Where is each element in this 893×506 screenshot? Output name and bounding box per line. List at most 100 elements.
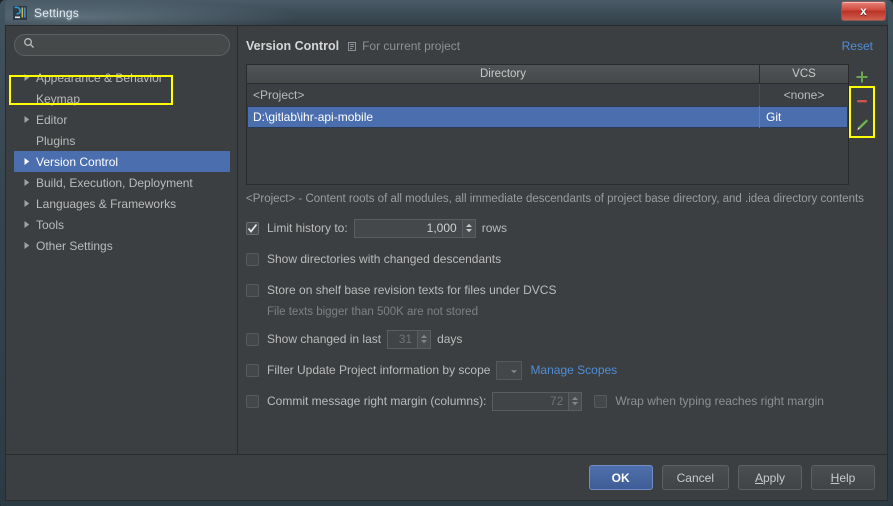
intellij-idea-icon [12, 5, 28, 21]
cell-vcs[interactable]: Git [760, 106, 848, 128]
apply-mnemonic: A [754, 470, 763, 485]
sidebar-item-label: Version Control [36, 154, 119, 169]
directory-table: Directory VCS <Project> <none> D:\gitlab\i… [246, 64, 849, 185]
commit-margin-label: Commit message right margin (columns): [267, 394, 487, 408]
remove-directory-button[interactable] [850, 89, 874, 113]
show-changed-checkbox[interactable] [246, 332, 259, 346]
commit-margin-checkbox[interactable] [246, 394, 259, 408]
chevron-right-icon [23, 178, 36, 187]
close-icon: x [860, 4, 867, 18]
sidebar-item-languages-frameworks[interactable]: Languages & Frameworks [14, 193, 230, 214]
settings-dialog: Appearance & Behavior Keymap Editor Plugins… [5, 25, 888, 501]
limit-history-value[interactable]: 1,000 [353, 218, 462, 238]
settings-sidebar: Appearance & Behavior Keymap Editor Plugins… [6, 26, 238, 454]
ok-button[interactable]: OK [588, 465, 653, 490]
table-row[interactable]: <Project> <none> [247, 84, 848, 106]
close-button[interactable]: x [841, 1, 886, 21]
search-icon [23, 36, 35, 54]
page-title: Version Control [246, 39, 340, 53]
apply-label-rest: pply [763, 470, 786, 485]
option-filter-by-scope: Filter Update Project information by sco… [246, 360, 875, 380]
chevron-right-icon [23, 115, 36, 124]
sidebar-item-label: Build, Execution, Deployment [36, 175, 193, 190]
limit-history-spinner[interactable]: 1,000 [353, 218, 476, 238]
sidebar-item-label: Keymap [36, 91, 81, 106]
search-box[interactable] [14, 34, 230, 56]
scope-dropdown[interactable] [496, 360, 523, 380]
show-directories-checkbox[interactable] [246, 252, 259, 266]
chevron-right-icon [23, 241, 36, 250]
panel-header: Version Control For current project Rese… [246, 36, 875, 56]
commit-margin-spinner[interactable]: 72 [492, 391, 583, 411]
filter-scope-checkbox[interactable] [246, 363, 259, 377]
store-on-shelf-note: File texts bigger than 500K are not stor… [267, 306, 478, 318]
sidebar-item-label: Tools [36, 217, 65, 232]
help-mnemonic: H [830, 470, 840, 485]
sidebar-item-tools[interactable]: Tools [14, 214, 230, 235]
reset-link[interactable]: Reset [842, 39, 875, 53]
chevron-right-icon [23, 157, 36, 166]
help-label-rest: elp [839, 470, 856, 485]
column-header-directory[interactable]: Directory [247, 65, 760, 83]
show-changed-value[interactable]: 31 [387, 329, 418, 349]
sidebar-item-build-execution-deployment[interactable]: Build, Execution, Deployment [14, 172, 230, 193]
cell-vcs[interactable]: <none> [760, 84, 848, 106]
sidebar-item-editor[interactable]: Editor [14, 109, 230, 130]
edit-directory-button[interactable] [850, 113, 874, 137]
add-directory-button[interactable] [850, 65, 874, 89]
option-store-on-shelf: Store on shelf base revision texts for f… [246, 280, 875, 300]
table-description: <Project> - Content roots of all modules… [246, 193, 864, 205]
dialog-footer: OK Cancel Apply Help [6, 454, 887, 500]
option-commit-right-margin: Commit message right margin (columns): 7… [246, 391, 875, 411]
chevron-right-icon [23, 73, 36, 82]
show-changed-spin-arrows[interactable] [417, 329, 432, 349]
cell-directory[interactable]: <Project> [247, 84, 760, 106]
column-header-vcs[interactable]: VCS [760, 65, 848, 83]
sidebar-item-label: Editor [36, 112, 68, 127]
show-directories-label: Show directories with changed descendant… [267, 252, 502, 266]
settings-tree: Appearance & Behavior Keymap Editor Plugins… [14, 66, 230, 454]
limit-history-checkbox[interactable] [246, 221, 259, 235]
table-row[interactable]: D:\gitlab\ihr-api-mobile Git [247, 106, 848, 128]
show-changed-suffix: days [437, 332, 463, 346]
option-show-directories: Show directories with changed descendant… [246, 249, 875, 269]
table-header-row: Directory VCS [247, 65, 848, 84]
settings-window: Settings x Appearance & Behavior Keymap E [0, 0, 893, 506]
sidebar-item-plugins[interactable]: Plugins [14, 130, 230, 151]
store-on-shelf-checkbox[interactable] [246, 283, 259, 297]
directory-table-wrap: Directory VCS <Project> <none> D:\gitlab\i… [9, 64, 875, 185]
sidebar-item-label: Languages & Frameworks [36, 196, 177, 211]
wrap-typing-label: Wrap when typing reaches right margin [615, 394, 824, 408]
store-on-shelf-label: Store on shelf base revision texts for f… [267, 283, 557, 297]
limit-history-label: Limit history to: [267, 221, 348, 235]
sidebar-item-keymap[interactable]: Keymap [14, 88, 230, 109]
cell-directory[interactable]: D:\gitlab\ihr-api-mobile [247, 106, 760, 128]
apply-button[interactable]: Apply [738, 465, 802, 490]
sidebar-item-appearance-behavior[interactable]: Appearance & Behavior [14, 67, 230, 88]
filter-scope-label: Filter Update Project information by sco… [267, 363, 491, 377]
limit-history-suffix: rows [481, 221, 508, 235]
show-changed-label: Show changed in last [267, 332, 382, 346]
chevron-down-icon [510, 361, 518, 379]
sidebar-item-version-control[interactable]: Version Control [14, 151, 230, 172]
wrap-typing-checkbox[interactable] [594, 394, 608, 408]
manage-scopes-link[interactable]: Manage Scopes [530, 363, 617, 377]
search-input[interactable] [40, 39, 221, 51]
commit-margin-spin-arrows[interactable] [568, 391, 583, 411]
show-changed-spinner[interactable]: 31 [387, 329, 432, 349]
project-icon [347, 41, 358, 52]
title-bar: Settings x [5, 0, 888, 25]
chevron-right-icon [23, 220, 36, 229]
commit-margin-value[interactable]: 72 [492, 391, 569, 411]
sidebar-item-label: Appearance & Behavior [36, 70, 163, 85]
sidebar-item-other-settings[interactable]: Other Settings [14, 235, 230, 256]
help-button[interactable]: Help [811, 465, 875, 490]
version-control-panel: Version Control For current project Rese… [9, 26, 887, 454]
table-body: <Project> <none> D:\gitlab\ihr-api-mobile G… [247, 84, 848, 184]
option-limit-history: Limit history to: 1,000 rows [246, 218, 875, 238]
limit-history-spin-arrows[interactable] [461, 218, 476, 238]
scope-label: For current project [362, 39, 461, 53]
chevron-right-icon [23, 199, 36, 208]
dialog-main-area: Appearance & Behavior Keymap Editor Plugins… [6, 26, 887, 454]
cancel-button[interactable]: Cancel [661, 465, 729, 490]
